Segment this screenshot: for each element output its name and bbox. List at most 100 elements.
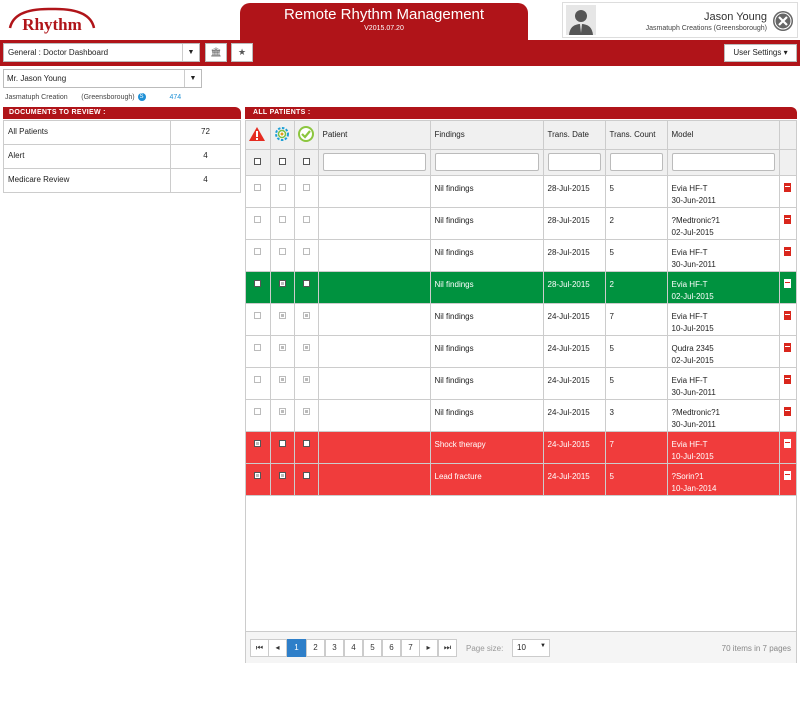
model-cell: Evia HF-T 02-Jul-2015 [667, 271, 780, 304]
column-header-findings[interactable]: Findings [430, 121, 544, 150]
filter-model-input[interactable] [671, 153, 775, 171]
filter-model-cell [667, 149, 780, 176]
row-reviewed-checkbox[interactable] [302, 247, 310, 255]
row-status-checkbox[interactable] [278, 215, 286, 223]
pager-prev-button[interactable]: ◂ [268, 639, 287, 657]
pager-page-5[interactable]: 5 [363, 639, 382, 657]
filter-trans-date-input[interactable] [547, 153, 601, 171]
pager-page-1[interactable]: 1 [287, 639, 306, 657]
table-row[interactable]: Nil findings 28-Jul-2015 2 Evia HF-T 02-Jul-… [246, 271, 797, 304]
table-row[interactable]: Nil findings 28-Jul-2015 2 ?Medtronic?1 02-J… [246, 207, 797, 240]
model-date: 30-Jun-2011 [671, 419, 716, 429]
column-header-trans-count[interactable]: Trans. Count [605, 121, 668, 150]
patients-grid-body: Nil findings 28-Jul-2015 5 Evia HF-T 30-Jun-… [246, 175, 797, 496]
row-alert-checkbox[interactable] [254, 375, 262, 383]
pdf-icon[interactable] [784, 406, 791, 416]
row-reviewed-checkbox[interactable] [302, 311, 310, 319]
row-reviewed-checkbox[interactable] [302, 471, 310, 479]
reviewed-column-header[interactable] [294, 121, 319, 150]
page-size-select[interactable]: 10 ▼ [512, 639, 550, 657]
dashboard-select[interactable]: General : Doctor Dashboard ▼ [3, 43, 200, 62]
filter-patient-input[interactable] [322, 153, 426, 171]
row-reviewed-checkbox[interactable] [302, 407, 310, 415]
pdf-icon[interactable] [784, 214, 791, 224]
practice-count-link[interactable]: 474 [170, 94, 182, 101]
reviewed-cell [294, 335, 319, 368]
filter-reviewed-checkbox[interactable] [302, 157, 310, 165]
pager-page-3[interactable]: 3 [325, 639, 344, 657]
pdf-icon[interactable] [784, 438, 791, 448]
row-alert-checkbox[interactable] [254, 247, 262, 255]
alert-column-header[interactable] [246, 121, 271, 150]
doc-row-all-patients[interactable]: All Patients 72 [3, 120, 241, 145]
table-row[interactable]: Nil findings 28-Jul-2015 5 Evia HF-T 30-Jun-… [246, 175, 797, 208]
row-status-checkbox[interactable] [278, 311, 286, 319]
pager-page-6[interactable]: 6 [382, 639, 401, 657]
row-status-checkbox[interactable] [278, 183, 286, 191]
doctor-select[interactable]: Mr. Jason Young ▼ [3, 69, 202, 88]
row-alert-checkbox[interactable] [254, 215, 262, 223]
row-alert-checkbox[interactable] [254, 407, 262, 415]
row-reviewed-checkbox[interactable] [302, 215, 310, 223]
row-status-checkbox[interactable] [278, 471, 286, 479]
pdf-icon[interactable] [784, 342, 791, 352]
alert-cell [246, 431, 271, 464]
filter-alert-checkbox[interactable] [254, 157, 262, 165]
row-reviewed-checkbox[interactable] [302, 343, 310, 351]
row-alert-checkbox[interactable] [254, 183, 262, 191]
row-reviewed-checkbox[interactable] [302, 375, 310, 383]
pager-page-2[interactable]: 2 [306, 639, 325, 657]
pager-page-4[interactable]: 4 [344, 639, 363, 657]
filter-trans-count-input[interactable] [609, 153, 663, 171]
row-alert-checkbox[interactable] [254, 311, 262, 319]
table-row[interactable]: Nil findings 24-Jul-2015 5 Qudra 2345 02-Jul… [246, 335, 797, 368]
user-settings-button[interactable]: User Settings ▾ [724, 44, 797, 62]
status-column-header[interactable] [270, 121, 295, 150]
model-name: ?Sorin?1 [671, 471, 704, 481]
pdf-icon[interactable] [784, 310, 791, 320]
row-status-checkbox[interactable] [278, 343, 286, 351]
filter-patient-cell [318, 149, 431, 176]
filter-status-checkbox[interactable] [278, 157, 286, 165]
row-alert-checkbox[interactable] [254, 279, 262, 287]
doc-row-medicare-review[interactable]: Medicare Review 4 [3, 168, 241, 193]
table-row[interactable]: Nil findings 28-Jul-2015 5 Evia HF-T 30-Jun-… [246, 239, 797, 272]
column-header-trans-date[interactable]: Trans. Date [543, 121, 606, 150]
row-reviewed-checkbox[interactable] [302, 439, 310, 447]
row-alert-checkbox[interactable] [254, 343, 262, 351]
row-reviewed-checkbox[interactable] [302, 183, 310, 191]
table-row[interactable]: Nil findings 24-Jul-2015 7 Evia HF-T 10-Jul-… [246, 303, 797, 336]
row-reviewed-checkbox[interactable] [302, 279, 310, 287]
row-status-checkbox[interactable] [278, 439, 286, 447]
pdf-icon[interactable] [784, 470, 791, 480]
bank-button[interactable]: 🏛 [205, 43, 227, 62]
reviewed-cell [294, 207, 319, 240]
table-row[interactable]: Shock therapy 24-Jul-2015 7 Evia HF-T 10-Jul… [246, 431, 797, 464]
pager-last-button[interactable]: ⏭ [438, 639, 457, 657]
document-cell [779, 367, 797, 400]
row-alert-checkbox[interactable] [254, 439, 262, 447]
table-row[interactable]: Nil findings 24-Jul-2015 3 ?Medtronic?1 30-J… [246, 399, 797, 432]
row-alert-checkbox[interactable] [254, 471, 262, 479]
pager-page-7[interactable]: 7 [401, 639, 420, 657]
row-status-checkbox[interactable] [278, 247, 286, 255]
pdf-icon[interactable] [784, 246, 791, 256]
column-header-model[interactable]: Model [667, 121, 780, 150]
table-row[interactable]: Nil findings 24-Jul-2015 5 Evia HF-T 30-Jun-… [246, 367, 797, 400]
row-status-checkbox[interactable] [278, 279, 286, 287]
doc-row-alert[interactable]: Alert 4 [3, 144, 241, 169]
column-header-patient[interactable]: Patient [318, 121, 431, 150]
pager-first-button[interactable]: ⏮ [250, 639, 269, 657]
favorite-button[interactable]: ★ [231, 43, 253, 62]
pdf-icon[interactable] [784, 374, 791, 384]
skype-icon[interactable]: S [137, 93, 146, 101]
close-icon[interactable] [772, 10, 794, 32]
pager-next-button[interactable]: ▸ [419, 639, 438, 657]
filter-findings-input[interactable] [434, 153, 539, 171]
pdf-icon[interactable] [784, 182, 791, 192]
pdf-icon[interactable] [784, 278, 791, 288]
doc-label: All Patients [3, 120, 171, 145]
row-status-checkbox[interactable] [278, 375, 286, 383]
row-status-checkbox[interactable] [278, 407, 286, 415]
table-row[interactable]: Lead fracture 24-Jul-2015 5 ?Sorin?1 10-Jan-… [246, 463, 797, 496]
